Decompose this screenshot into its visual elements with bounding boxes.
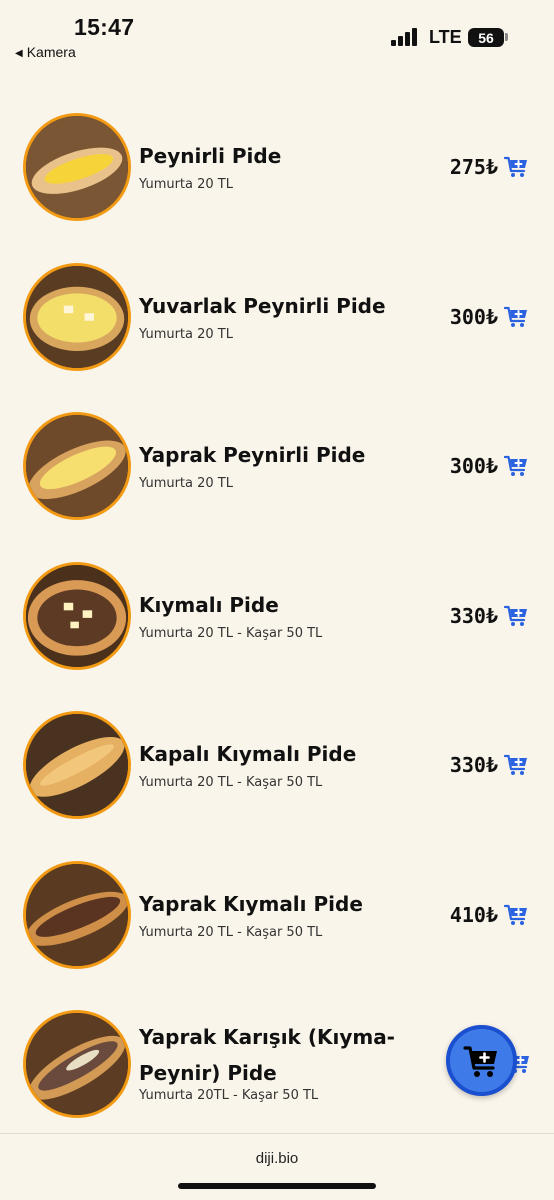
item-image[interactable]	[23, 263, 131, 371]
menu-item[interactable]: Yaprak Kıymalı Pide Yumurta 20 TL - Kaşar…	[0, 861, 554, 969]
item-price: 300₺	[449, 454, 498, 478]
item-price: 330₺	[449, 604, 498, 628]
back-app-label: Kamera	[26, 44, 76, 60]
item-name: Kapalı Kıymalı Pide	[139, 742, 357, 766]
item-description: Yumurta 20 TL - Kaşar 50 TL	[139, 925, 323, 940]
item-price: 300₺	[449, 305, 498, 329]
url-label[interactable]: diji.bio	[0, 1150, 554, 1167]
item-image[interactable]	[23, 562, 131, 670]
browser-bottom-bar: diji.bio	[0, 1133, 554, 1200]
item-image[interactable]	[23, 1010, 131, 1118]
item-description: Yumurta 20 TL	[139, 177, 233, 192]
item-description: Yumurta 20TL - Kaşar 50 TL	[139, 1088, 319, 1103]
signal-strength-icon	[391, 28, 419, 46]
back-triangle-icon: ◀	[15, 48, 23, 59]
item-image[interactable]	[23, 861, 131, 969]
status-bar: 15:47 ◀ Kamera LTE 56	[0, 0, 554, 70]
item-description: Yumurta 20 TL	[139, 476, 233, 491]
item-image[interactable]	[23, 113, 131, 221]
add-to-cart-icon[interactable]	[504, 605, 528, 627]
clock: 15:47	[74, 14, 135, 40]
add-to-cart-icon[interactable]	[504, 754, 528, 776]
battery-cap	[505, 33, 508, 41]
add-to-cart-icon[interactable]	[504, 455, 528, 477]
item-name: Yaprak Peynirli Pide	[139, 443, 366, 467]
battery-level: 56	[478, 29, 494, 46]
item-description: Yumurta 20 TL	[139, 327, 233, 342]
item-price: 275₺	[449, 155, 498, 179]
item-name: Kıymalı Pide	[139, 593, 279, 617]
floating-cart-button[interactable]	[446, 1025, 517, 1096]
menu-item[interactable]: Peynirli Pide Yumurta 20 TL 275₺	[0, 113, 554, 221]
item-price: 410₺	[449, 903, 498, 927]
item-name: Peynirli Pide	[139, 144, 282, 168]
item-price: 330₺	[449, 753, 498, 777]
menu-item[interactable]: Kıymalı Pide Yumurta 20 TL - Kaşar 50 TL 3…	[0, 562, 554, 670]
menu-item[interactable]: Yaprak Peynirli Pide Yumurta 20 TL 300₺	[0, 412, 554, 520]
item-name: Yaprak Kıymalı Pide	[139, 892, 363, 916]
item-description: Yumurta 20 TL - Kaşar 50 TL	[139, 775, 323, 790]
item-description: Yumurta 20 TL - Kaşar 50 TL	[139, 626, 323, 641]
back-to-app-link[interactable]: ◀ Kamera	[15, 44, 76, 60]
menu-item[interactable]: Yuvarlak Peynirli Pide Yumurta 20 TL 300₺	[0, 263, 554, 371]
add-to-cart-icon[interactable]	[504, 156, 528, 178]
home-indicator[interactable]	[178, 1183, 376, 1189]
cart-icon	[462, 1045, 497, 1077]
network-type: LTE	[429, 27, 462, 47]
add-to-cart-icon[interactable]	[504, 306, 528, 328]
item-image[interactable]	[23, 711, 131, 819]
item-image[interactable]	[23, 412, 131, 520]
item-name: Yuvarlak Peynirli Pide	[139, 294, 386, 318]
menu-item[interactable]: Kapalı Kıymalı Pide Yumurta 20 TL - Kaşar…	[0, 711, 554, 819]
add-to-cart-icon[interactable]	[504, 904, 528, 926]
battery-icon: 56	[468, 28, 504, 47]
item-name: Yaprak Karışık (Kıyma-Peynir) Pide	[139, 1025, 395, 1085]
